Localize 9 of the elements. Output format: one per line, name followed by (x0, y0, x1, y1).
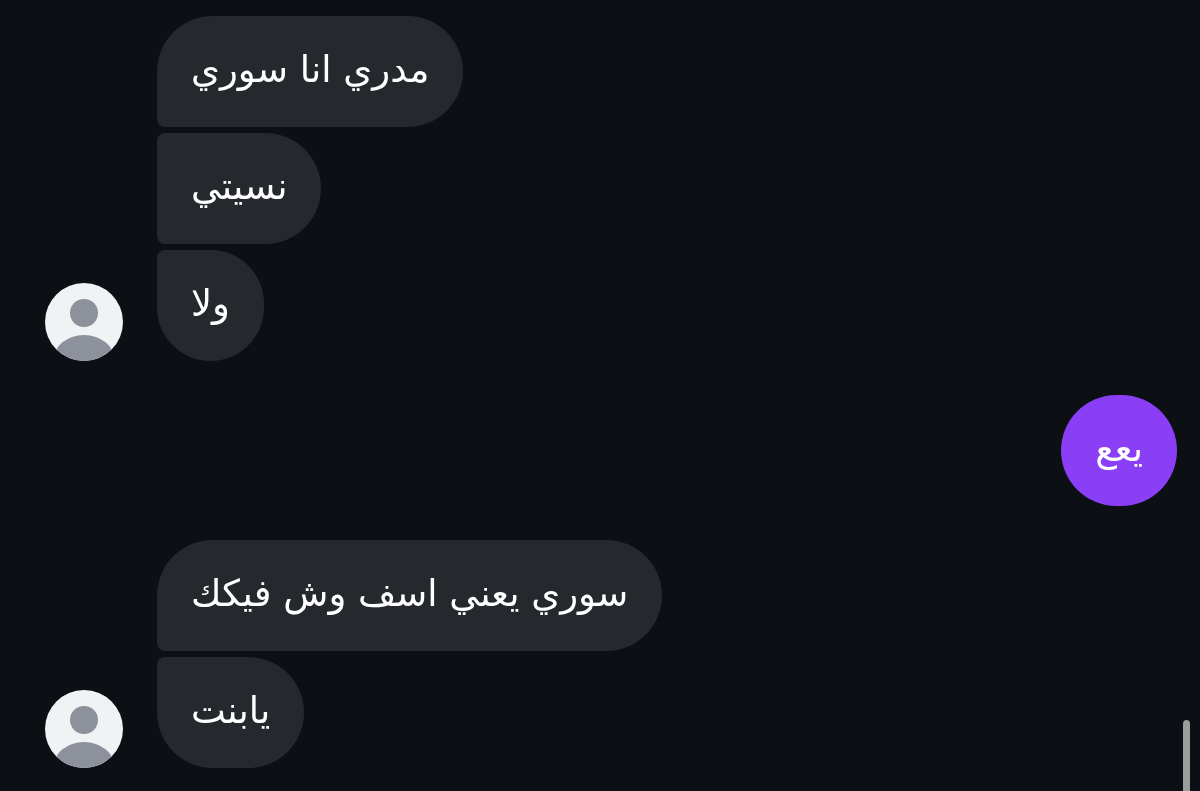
avatar-icon (45, 283, 123, 361)
avatar-icon (45, 690, 123, 768)
message-bubble: نسيتي (157, 133, 322, 244)
message-bubble: يابنت (157, 657, 305, 768)
message-bubble: مدري انا سوري (157, 16, 464, 127)
message-bubble: يعع (1061, 395, 1177, 506)
message-bubble: سوري يعني اسف وش فيكك (157, 540, 663, 651)
scrollbar-thumb[interactable] (1183, 720, 1190, 791)
message-bubble: ولا (157, 250, 264, 361)
